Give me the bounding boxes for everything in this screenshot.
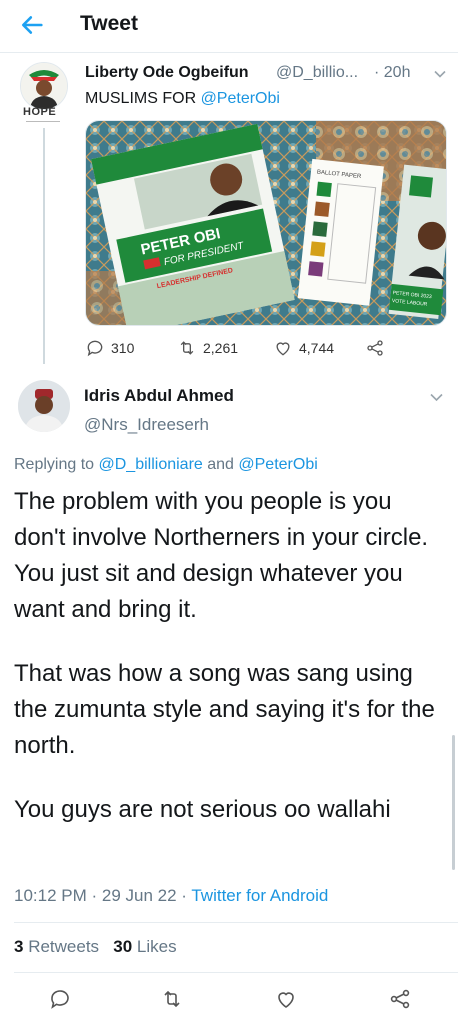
author-name[interactable]: Idris Abdul Ahmed [84, 386, 234, 406]
tweet-timestamp: 10:12 PM · 29 Jun 22 · [14, 886, 192, 905]
heart-icon[interactable] [274, 987, 298, 1011]
thread-line [43, 128, 45, 364]
retweet-icon [180, 341, 194, 355]
tweet-actions: 310 2,261 4,744 [85, 336, 405, 360]
campaign-poster-image: PETER OBI FOR PRESIDENT LEADERSHIP DEFIN… [86, 121, 446, 325]
avatar[interactable] [18, 380, 70, 432]
mention-link[interactable]: @PeterObi [201, 90, 280, 107]
tweet-source-link[interactable]: Twitter for Android [191, 886, 328, 905]
author-handle[interactable]: @D_billio... [276, 64, 384, 82]
divider [14, 922, 458, 923]
back-arrow-icon[interactable] [18, 11, 46, 39]
tweet-paragraph: You guys are not serious oo wallahi [14, 796, 391, 823]
tweet-paragraph: The problem with you people is you don't… [14, 488, 429, 623]
likes-label: Likes [132, 937, 177, 956]
reply-icon[interactable] [48, 987, 72, 1011]
tweet-text-prefix: MUSLIMS FOR [85, 90, 201, 107]
engagement-stats: 3 Retweets 30 Likes [14, 937, 177, 957]
like-button[interactable]: 4,744 [273, 336, 334, 360]
page-title: Tweet [80, 12, 138, 35]
retweet-icon[interactable] [160, 987, 184, 1011]
divider [14, 972, 458, 973]
top-bar: Tweet [0, 0, 458, 53]
share-icon [367, 340, 383, 356]
mention-link[interactable]: @PeterObi [238, 456, 317, 473]
tweet-text: The problem with you people is you don't… [14, 484, 444, 828]
likes-stat[interactable]: 30 Likes [113, 937, 176, 956]
profile-photo-icon [21, 63, 67, 109]
mention-link[interactable]: @D_billioniare [99, 456, 203, 473]
author-name[interactable]: Liberty Ode Ogbeifun [85, 64, 249, 82]
share-button[interactable] [365, 336, 385, 360]
chevron-down-icon[interactable] [434, 70, 446, 78]
heart-icon [276, 342, 290, 356]
reply-icon [87, 340, 103, 357]
share-icon[interactable] [388, 987, 412, 1011]
tweet-metadata: 10:12 PM · 29 Jun 22 · Twitter for Andro… [14, 886, 328, 906]
avatar[interactable] [20, 62, 68, 110]
reply-count: 310 [111, 340, 135, 356]
author-handle[interactable]: @Nrs_Idreeserh [84, 415, 209, 435]
tweet-paragraph: That was how a song was sang using the z… [14, 660, 435, 759]
tweet-time: · 20h [374, 64, 411, 81]
tweet-text: MUSLIMS FOR @PeterObi [85, 90, 280, 108]
reply-button[interactable]: 310 [85, 336, 134, 360]
like-count: 4,744 [299, 340, 335, 356]
replying-and: and [202, 456, 239, 473]
retweet-button[interactable]: 2,261 [177, 336, 238, 360]
profile-photo-icon [18, 380, 70, 432]
divider [26, 121, 60, 122]
likes-count: 30 [113, 937, 133, 956]
chevron-down-icon[interactable] [430, 393, 443, 402]
retweets-stat[interactable]: 3 Retweets [14, 937, 99, 956]
scrollbar-thumb[interactable] [452, 735, 455, 870]
retweet-count: 2,261 [203, 340, 239, 356]
replying-to: Replying to @D_billioniare and @PeterObi [14, 456, 318, 474]
retweets-label: Retweets [23, 937, 100, 956]
tweet-action-bar [0, 984, 458, 1014]
replying-prefix: Replying to [14, 456, 99, 473]
avatar-badge: HOPE [23, 106, 57, 118]
tweet-image[interactable]: PETER OBI FOR PRESIDENT LEADERSHIP DEFIN… [85, 120, 447, 326]
